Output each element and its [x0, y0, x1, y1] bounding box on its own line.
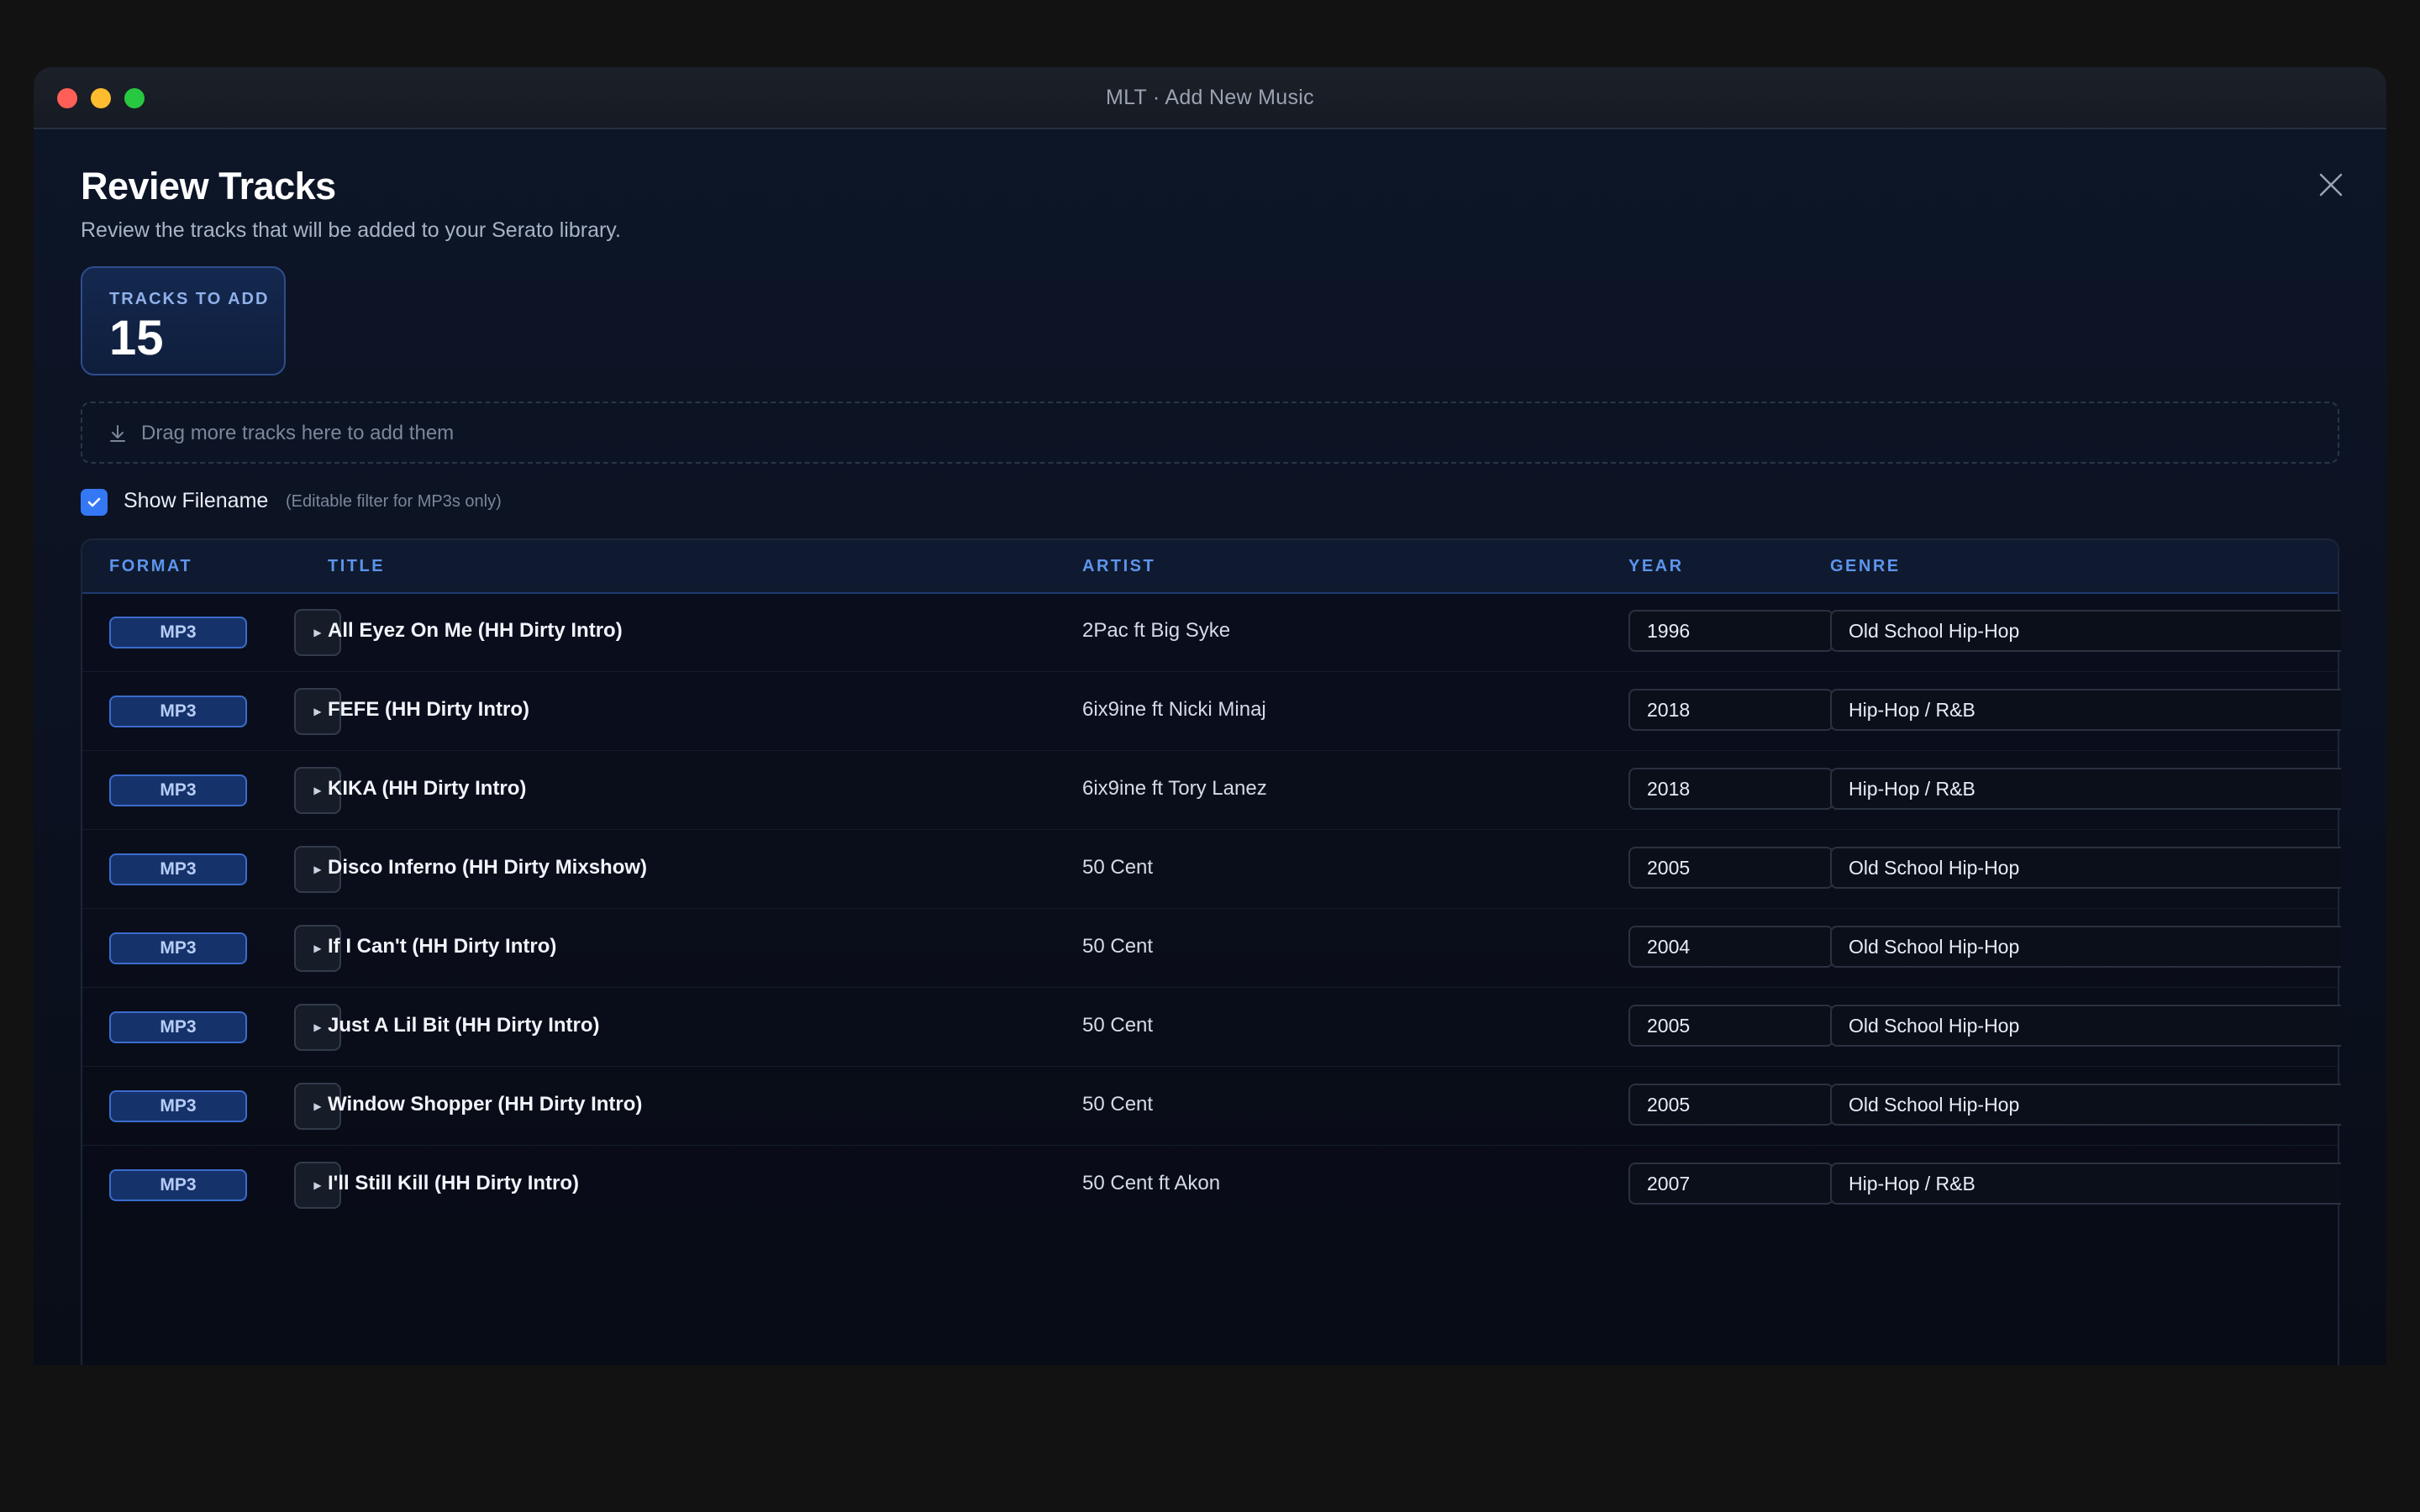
genre-field[interactable]: Old School Hip-Hop	[1830, 1005, 2341, 1047]
year-field[interactable]: 2005	[1628, 1005, 1833, 1047]
table-row[interactable]: MP3 ▶ Window Shopper (HH Dirty Intro) 50…	[82, 1066, 2341, 1146]
drop-zone[interactable]: Drag more tracks here to add them	[81, 402, 2339, 464]
track-artist: 50 Cent	[1082, 1014, 1154, 1037]
track-artist: 50 Cent	[1082, 935, 1154, 958]
column-header-format[interactable]: FORMAT	[109, 557, 192, 576]
play-icon: ▶	[313, 1179, 322, 1191]
format-badge: MP3	[109, 1011, 247, 1043]
format-badge: MP3	[109, 774, 247, 806]
play-icon: ▶	[313, 706, 322, 717]
genre-field[interactable]: Old School Hip-Hop	[1830, 847, 2341, 889]
format-badge: MP3	[109, 696, 247, 727]
genre-field[interactable]: Hip-Hop / R&B	[1830, 1163, 2341, 1205]
genre-field[interactable]: Old School Hip-Hop	[1830, 610, 2341, 652]
track-artist: 50 Cent ft Akon	[1082, 1172, 1221, 1194]
close-button[interactable]	[2314, 168, 2348, 202]
table-row[interactable]: MP3 ▶ All Eyez On Me (HH Dirty Intro) 2P…	[82, 592, 2341, 672]
genre-field[interactable]: Old School Hip-Hop	[1830, 926, 2341, 968]
genre-field[interactable]: Hip-Hop / R&B	[1830, 689, 2341, 731]
track-title: KIKA (HH Dirty Intro)	[328, 777, 527, 800]
column-header-title[interactable]: TITLE	[328, 557, 385, 576]
table-row[interactable]: MP3 ▶ Disco Inferno (HH Dirty Mixshow) 5…	[82, 829, 2341, 909]
genre-field[interactable]: Old School Hip-Hop	[1830, 1084, 2341, 1126]
tracks-to-add-card: TRACKS TO ADD 15	[81, 266, 286, 375]
year-field[interactable]: 2005	[1628, 1084, 1833, 1126]
play-icon: ▶	[313, 1021, 322, 1033]
tracks-to-add-count: 15	[109, 311, 164, 365]
checkmark-icon	[87, 497, 101, 507]
column-header-genre[interactable]: GENRE	[1830, 557, 1901, 576]
track-title: FEFE (HH Dirty Intro)	[328, 698, 529, 721]
close-icon	[2319, 173, 2343, 197]
table-row[interactable]: MP3 ▶ If I Can't (HH Dirty Intro) 50 Cen…	[82, 908, 2341, 988]
track-artist: 2Pac ft Big Syke	[1082, 619, 1231, 642]
table-row[interactable]: MP3 ▶ KIKA (HH Dirty Intro) 6ix9ine ft T…	[82, 750, 2341, 830]
year-field[interactable]: 2018	[1628, 689, 1833, 731]
download-icon	[110, 425, 125, 442]
genre-field[interactable]: Hip-Hop / R&B	[1830, 768, 2341, 810]
year-field[interactable]: 2005	[1628, 847, 1833, 889]
play-icon: ▶	[313, 864, 322, 875]
desktop-background	[0, 1365, 2420, 1512]
tracks-table: FORMAT TITLE ARTIST YEAR GENRE MP3 ▶ All…	[81, 538, 2341, 1365]
format-badge: MP3	[109, 1169, 247, 1201]
play-icon: ▶	[313, 942, 322, 954]
tracks-to-add-label: TRACKS TO ADD	[109, 290, 270, 308]
format-badge: MP3	[109, 932, 247, 964]
table-header: FORMAT TITLE ARTIST YEAR GENRE	[82, 540, 2338, 594]
play-icon: ▶	[313, 1100, 322, 1112]
column-header-year[interactable]: YEAR	[1628, 557, 1684, 576]
year-field[interactable]: 2004	[1628, 926, 1833, 968]
page-subtitle: Review the tracks that will be added to …	[81, 218, 621, 242]
play-icon: ▶	[313, 785, 322, 796]
track-artist: 50 Cent	[1082, 1093, 1154, 1116]
show-filename-label[interactable]: Show Filename	[124, 489, 268, 513]
track-title: Window Shopper (HH Dirty Intro)	[328, 1093, 643, 1116]
track-title: All Eyez On Me (HH Dirty Intro)	[328, 619, 623, 642]
format-badge: MP3	[109, 617, 247, 648]
track-title: If I Can't (HH Dirty Intro)	[328, 935, 557, 958]
show-filename-hint: (Editable filter for MP3s only)	[286, 492, 502, 511]
track-artist: 6ix9ine ft Tory Lanez	[1082, 777, 1267, 800]
table-row[interactable]: MP3 ▶ Just A Lil Bit (HH Dirty Intro) 50…	[82, 987, 2341, 1067]
column-header-artist[interactable]: ARTIST	[1082, 557, 1155, 576]
track-title: Just A Lil Bit (HH Dirty Intro)	[328, 1014, 600, 1037]
app-window: MLT · Add New Music Review Tracks Review…	[34, 67, 2386, 1365]
title-bar: MLT · Add New Music	[34, 67, 2386, 129]
drop-zone-text: Drag more tracks here to add them	[141, 422, 455, 444]
format-badge: MP3	[109, 1090, 247, 1122]
track-title: Disco Inferno (HH Dirty Mixshow)	[328, 856, 648, 879]
track-artist: 6ix9ine ft Nicki Minaj	[1082, 698, 1266, 721]
track-artist: 50 Cent	[1082, 856, 1154, 879]
show-filename-checkbox[interactable]	[81, 489, 108, 516]
table-row[interactable]: MP3 ▶ I'll Still Kill (HH Dirty Intro) 5…	[82, 1145, 2341, 1224]
year-field[interactable]: 2007	[1628, 1163, 1833, 1205]
format-badge: MP3	[109, 853, 247, 885]
track-title: I'll Still Kill (HH Dirty Intro)	[328, 1172, 580, 1194]
page-title: Review Tracks	[81, 165, 336, 207]
table-row[interactable]: MP3 ▶ FEFE (HH Dirty Intro) 6ix9ine ft N…	[82, 671, 2341, 751]
window-title: MLT · Add New Music	[1106, 86, 1314, 109]
play-icon: ▶	[313, 627, 322, 638]
year-field[interactable]: 1996	[1628, 610, 1833, 652]
year-field[interactable]: 2018	[1628, 768, 1833, 810]
